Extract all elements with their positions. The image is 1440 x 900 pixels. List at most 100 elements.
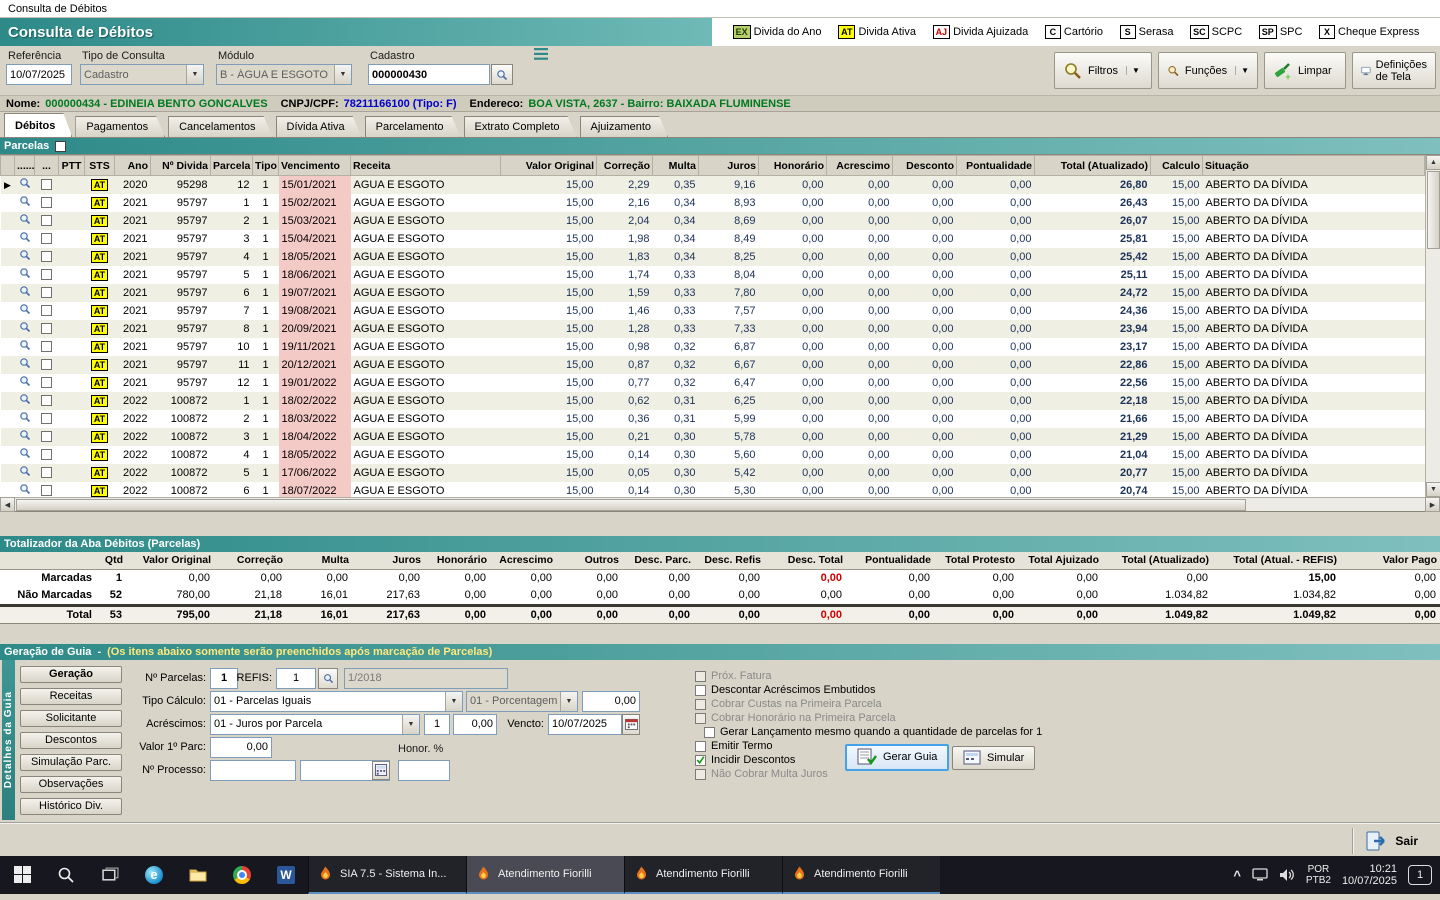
limpar-button[interactable]: Limpar [1264,52,1346,89]
tab-d-vida-ativa[interactable]: Dívida Ativa [276,116,362,137]
porcentagem-select[interactable]: 01 - Porcentagem▼ [466,691,578,712]
tab-cancelamentos[interactable]: Cancelamentos [168,116,272,137]
row-checkbox[interactable] [35,176,59,194]
table-row[interactable]: AT20219579710119/11/2021AGUA E ESGOTO15,… [1,338,1425,356]
table-row[interactable]: AT20221008721118/02/2022AGUA E ESGOTO15,… [1,392,1425,410]
nav-button-observa-es[interactable]: Observações [20,776,122,793]
row-checkbox[interactable] [35,464,59,482]
column-header[interactable]: PTT [59,156,85,176]
table-row[interactable]: AT2021957972115/03/2021AGUA E ESGOTO15,0… [1,212,1425,230]
column-header[interactable]: Total (Atualizado) [1035,156,1151,176]
checkbox-cobrar-custas-na-primeira-parcela[interactable]: Cobrar Custas na Primeira Parcela [695,698,1042,711]
tab-d-bitos[interactable]: Débitos [4,113,72,137]
column-header[interactable]: Honorário [759,156,827,176]
checkbox-box[interactable] [695,741,706,752]
taskbar-app-atendimento-fiorilli[interactable]: Atendimento Fiorilli [624,856,782,894]
taskbar-search-button[interactable] [44,856,88,894]
referencia-input[interactable] [6,64,72,85]
column-header[interactable]: Correção [597,156,653,176]
column-header[interactable]: Acrescimo [827,156,893,176]
column-header[interactable]: Juros [699,156,759,176]
column-header[interactable]: ...... [15,156,35,176]
scroll-left-icon[interactable]: ◀ [0,497,15,512]
column-header[interactable]: Nº Divida [151,156,211,176]
porcentagem-pct-input[interactable] [582,691,640,712]
table-row[interactable]: AT20219579711120/12/2021AGUA E ESGOTO15,… [1,356,1425,374]
column-header[interactable]: Ano [115,156,151,176]
checkbox-box[interactable] [695,699,706,710]
table-row[interactable]: AT20221008725117/06/2022AGUA E ESGOTO15,… [1,464,1425,482]
row-checkbox[interactable] [35,230,59,248]
table-row[interactable]: AT2021957977119/08/2021AGUA E ESGOTO15,0… [1,302,1425,320]
horizontal-scrollbar[interactable]: ◀ ▶ [0,497,1440,511]
calculator-icon[interactable] [372,761,390,780]
sair-button[interactable]: Sair [1352,828,1430,854]
checkbox-box[interactable] [704,727,715,738]
row-zoom-icon[interactable] [15,302,35,320]
row-zoom-icon[interactable] [15,392,35,410]
display-icon[interactable] [1252,868,1268,881]
checkbox-pr-x-fatura[interactable]: Próx. Fatura [695,670,1042,683]
horizontal-scroll-thumb[interactable] [16,499,1246,511]
word-button[interactable]: W [264,856,308,894]
table-row[interactable]: AT20221008724118/05/2022AGUA E ESGOTO15,… [1,446,1425,464]
gerar-guia-button[interactable]: Gerar Guia [845,744,949,771]
row-zoom-icon[interactable] [15,230,35,248]
tab-extrato-completo[interactable]: Extrato Completo [464,116,577,137]
language-indicator[interactable]: POR PTB2 [1306,864,1331,886]
row-zoom-icon[interactable] [15,482,35,498]
vertical-scrollbar[interactable]: ▲ ▼ [1425,155,1440,497]
row-checkbox[interactable] [35,284,59,302]
table-row[interactable]: ▶AT20209529812115/01/2021AGUA E ESGOTO15… [1,176,1425,194]
table-row[interactable]: AT20219579712119/01/2022AGUA E ESGOTO15,… [1,374,1425,392]
chevron-down-icon[interactable]: ▼ [1235,66,1249,75]
checkbox-gerar-lan-amento-mesmo-quando-a-quantidade-de-parcelas-for-1[interactable]: Gerar Lançamento mesmo quando a quantida… [704,726,1042,739]
row-zoom-icon[interactable] [15,320,35,338]
filtros-button[interactable]: Filtros ▼ [1054,52,1152,89]
volume-icon[interactable] [1279,868,1295,882]
row-zoom-icon[interactable] [15,410,35,428]
row-zoom-icon[interactable] [15,374,35,392]
row-checkbox[interactable] [35,392,59,410]
cadastro-search-button[interactable] [491,64,513,85]
refis-input[interactable] [276,668,316,689]
table-row[interactable]: AT2021957975118/06/2021AGUA E ESGOTO15,0… [1,266,1425,284]
row-checkbox[interactable] [35,302,59,320]
task-view-button[interactable] [88,856,132,894]
taskbar-app-atendimento-fiorilli[interactable]: Atendimento Fiorilli [782,856,940,894]
row-zoom-icon[interactable] [15,428,35,446]
nav-button-descontos[interactable]: Descontos [20,732,122,749]
funcoes-button[interactable]: Funções ▼ [1158,52,1258,89]
vencto-input[interactable] [548,714,622,735]
scroll-down-icon[interactable]: ▼ [1426,482,1440,497]
nav-button-solicitante[interactable]: Solicitante [20,710,122,727]
edge-button[interactable]: e [132,856,176,894]
row-checkbox[interactable] [35,266,59,284]
row-checkbox[interactable] [35,374,59,392]
row-checkbox[interactable] [35,320,59,338]
vertical-scroll-thumb[interactable] [1427,171,1440,249]
row-checkbox[interactable] [35,446,59,464]
column-header[interactable]: Calculo [1151,156,1203,176]
nav-button-gera-o[interactable]: Geração [20,666,122,683]
notification-icon[interactable]: 1 [1408,865,1432,885]
nav-button-hist-rico-div[interactable]: Histórico Div. [20,798,122,815]
modulo-select[interactable]: B - ÁGUA E ESGOTO▼ [216,64,352,85]
row-zoom-icon[interactable] [15,356,35,374]
column-header[interactable]: Situação [1203,156,1425,176]
column-header[interactable]: Parcela [211,156,253,176]
row-checkbox[interactable] [35,212,59,230]
table-row[interactable]: AT2021957976119/07/2021AGUA E ESGOTO15,0… [1,284,1425,302]
row-zoom-icon[interactable] [15,266,35,284]
checkbox-box[interactable] [695,685,706,696]
column-header[interactable]: Pontualidade [957,156,1035,176]
table-row[interactable]: AT2021957974118/05/2021AGUA E ESGOTO15,0… [1,248,1425,266]
tab-pagamentos[interactable]: Pagamentos [75,116,165,137]
nav-button-simula-o-parc[interactable]: Simulação Parc. [20,754,122,771]
table-row[interactable]: AT2021957973115/04/2021AGUA E ESGOTO15,0… [1,230,1425,248]
row-checkbox[interactable] [35,338,59,356]
clock[interactable]: 10:21 10/07/2025 [1342,863,1397,887]
row-zoom-icon[interactable] [15,284,35,302]
table-row[interactable]: AT20221008723118/04/2022AGUA E ESGOTO15,… [1,428,1425,446]
column-header[interactable]: Tipo [253,156,279,176]
